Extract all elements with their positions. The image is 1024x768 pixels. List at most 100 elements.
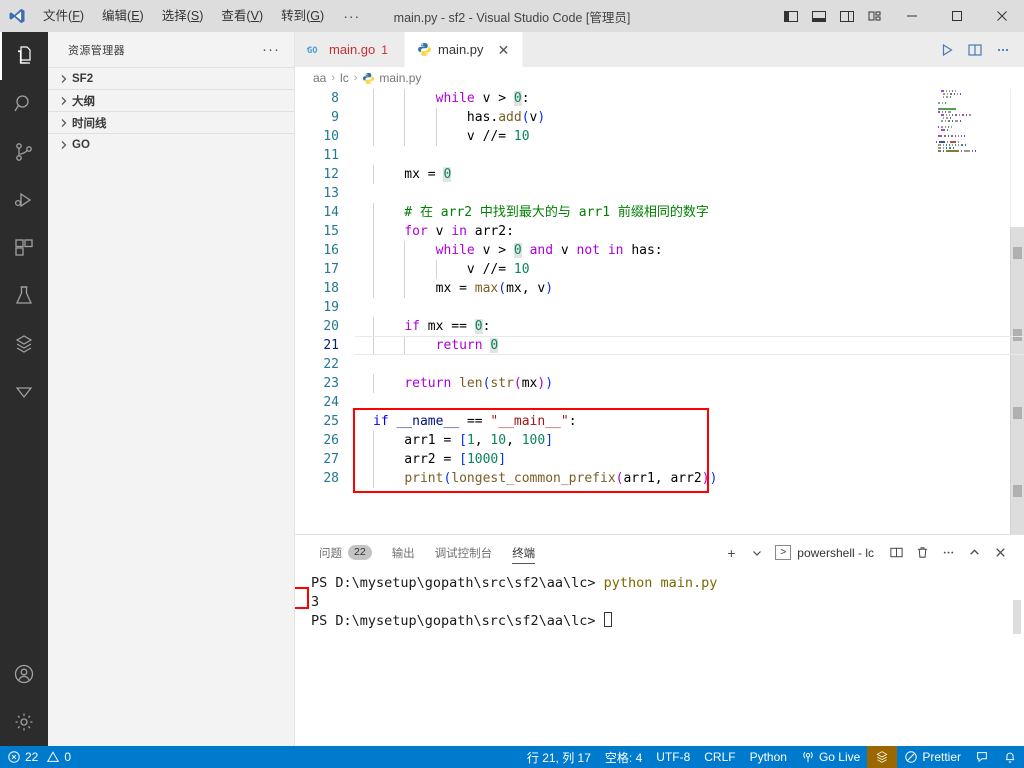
breadcrumb-item-main-py[interactable]: main.py <box>379 71 421 85</box>
code-line-text[interactable]: return len(str(mx)) <box>355 374 1024 393</box>
menu-go[interactable]: 转到(G) <box>272 0 333 32</box>
terminal-view[interactable]: PS D:\mysetup\gopath\src\sf2\aa\lc> pyth… <box>295 570 1024 746</box>
code-line-text[interactable]: return 0 <box>355 336 1024 355</box>
trash-icon[interactable] <box>910 540 934 566</box>
status-problems[interactable]: 22 0 <box>0 746 78 768</box>
close-button[interactable] <box>979 0 1024 32</box>
menu-bar[interactable]: 文件(F) 编辑(E) 选择(S) 查看(V) 转到(G) ··· <box>34 0 370 32</box>
code-line-text[interactable]: # 在 arr2 中找到最大的与 arr1 前缀相同的数字 <box>355 203 1024 222</box>
code-line-text[interactable]: if __name__ == "__main__": <box>355 412 1024 431</box>
panel-tab-output[interactable]: 输出 <box>382 535 425 570</box>
activity-item-source-control[interactable] <box>0 128 48 176</box>
status-indentation[interactable]: 空格: 4 <box>598 746 649 768</box>
status-prettier[interactable]: Prettier <box>897 746 968 768</box>
code-line[interactable]: 21 return 0 <box>295 336 1024 355</box>
code-line[interactable]: 14 # 在 arr2 中找到最大的与 arr1 前缀相同的数字 <box>295 203 1024 222</box>
code-scroll-area[interactable]: 8 while v > 0: 9 has.add(v) 10 v //= 10 11 1… <box>295 89 1024 534</box>
code-line[interactable]: 27 arr2 = [1000] <box>295 450 1024 469</box>
code-line[interactable]: 13 <box>295 184 1024 203</box>
menu-overflow-button[interactable]: ··· <box>333 0 370 32</box>
status-language-mode[interactable]: Python <box>743 746 794 768</box>
code-content[interactable]: 8 while v > 0: 9 has.add(v) 10 v //= 10 11 1… <box>295 89 1024 488</box>
code-line-text[interactable]: if mx == 0: <box>355 317 1024 336</box>
code-editor[interactable]: 8 while v > 0: 9 has.add(v) 10 v //= 10 11 1… <box>295 89 1024 534</box>
code-line-text[interactable]: mx = 0 <box>355 165 1024 184</box>
code-line[interactable]: 12 mx = 0 <box>295 165 1024 184</box>
panel-tab-debug-console[interactable]: 调试控制台 <box>425 535 503 570</box>
code-line-text[interactable]: has.add(v) <box>355 108 1024 127</box>
status-go-live[interactable]: Go Live <box>794 746 867 768</box>
sidebar-section-go[interactable]: GO <box>48 133 294 155</box>
activity-item-extensions[interactable] <box>0 224 48 272</box>
minimap[interactable] <box>932 89 1010 534</box>
activity-item-run-and-debug[interactable] <box>0 176 48 224</box>
code-line[interactable]: 18 mx = max(mx, v) <box>295 279 1024 298</box>
panel-tab-terminal[interactable]: 终端 <box>502 535 545 570</box>
split-terminal-icon[interactable] <box>884 540 908 566</box>
status-encoding[interactable]: UTF-8 <box>649 746 697 768</box>
maximize-button[interactable] <box>934 0 979 32</box>
code-line[interactable]: 8 while v > 0: <box>295 89 1024 108</box>
code-line[interactable]: 15 for v in arr2: <box>295 222 1024 241</box>
code-line[interactable]: 24 <box>295 393 1024 412</box>
tab-main-py-close-icon[interactable]: ✕ <box>496 43 512 57</box>
activity-item-filter[interactable] <box>0 368 48 416</box>
menu-file[interactable]: 文件(F) <box>34 0 93 32</box>
terminal-scrollbar[interactable] <box>1013 600 1021 634</box>
code-line[interactable]: 16 while v > 0 and v not in has: <box>295 241 1024 260</box>
activity-item-testing[interactable] <box>0 272 48 320</box>
code-line[interactable]: 9 has.add(v) <box>295 108 1024 127</box>
code-line[interactable]: 19 <box>295 298 1024 317</box>
tab-main-py[interactable]: main.py ✕ <box>405 32 523 67</box>
code-line[interactable]: 25 if __name__ == "__main__": <box>295 412 1024 431</box>
chevron-down-icon[interactable] <box>745 540 769 566</box>
code-line-text[interactable]: print(longest_common_prefix(arr1, arr2)) <box>355 469 1024 488</box>
code-line-text[interactable]: while v > 0: <box>355 89 1024 108</box>
activity-item-accounts[interactable] <box>0 650 48 698</box>
toggle-panel-icon[interactable] <box>805 0 833 32</box>
code-line[interactable]: 26 arr1 = [1, 10, 100] <box>295 431 1024 450</box>
status-editor-position[interactable]: 行 21, 列 17 <box>520 746 598 768</box>
menu-edit[interactable]: 编辑(E) <box>93 0 153 32</box>
customize-layout-icon[interactable] <box>861 0 889 32</box>
code-line-text[interactable]: v //= 10 <box>355 127 1024 146</box>
activity-item-search[interactable] <box>0 80 48 128</box>
code-line-text[interactable]: while v > 0 and v not in has: <box>355 241 1024 260</box>
code-line-text[interactable]: v //= 10 <box>355 260 1024 279</box>
code-line-text[interactable]: arr1 = [1, 10, 100] <box>355 431 1024 450</box>
code-line[interactable]: 22 <box>295 355 1024 374</box>
status-gopher[interactable] <box>867 746 898 768</box>
new-terminal-button[interactable]: + <box>719 540 743 566</box>
sidebar-more-actions-button[interactable]: ··· <box>256 41 286 58</box>
sidebar-section-timeline[interactable]: 时间线 <box>48 111 294 133</box>
run-python-file-button[interactable] <box>934 35 960 65</box>
breadcrumb-item-aa[interactable]: aa <box>313 71 326 85</box>
status-feedback[interactable] <box>968 746 996 768</box>
code-line[interactable]: 17 v //= 10 <box>295 260 1024 279</box>
sidebar-section-outline[interactable]: 大纲 <box>48 89 294 111</box>
activity-item-settings[interactable] <box>0 698 48 746</box>
tab-main-go[interactable]: GO main.go 1 <box>295 32 405 67</box>
code-line-text[interactable]: arr2 = [1000] <box>355 450 1024 469</box>
activity-item-go-tools[interactable] <box>0 320 48 368</box>
code-line-text[interactable]: mx = max(mx, v) <box>355 279 1024 298</box>
editor-scrollbar[interactable] <box>1010 89 1024 534</box>
code-line[interactable]: 28 print(longest_common_prefix(arr1, arr… <box>295 469 1024 488</box>
active-terminal-selector[interactable]: > powershell - lc <box>771 540 882 566</box>
breadcrumb-item-lc[interactable]: lc <box>340 71 349 85</box>
code-line[interactable]: 23 return len(str(mx)) <box>295 374 1024 393</box>
menu-selection[interactable]: 选择(S) <box>153 0 213 32</box>
close-panel-icon[interactable] <box>988 540 1012 566</box>
toggle-primary-sidebar-icon[interactable] <box>777 0 805 32</box>
status-notifications[interactable] <box>996 746 1024 768</box>
menu-view[interactable]: 查看(V) <box>212 0 272 32</box>
ellipsis-icon[interactable] <box>936 540 960 566</box>
more-editor-actions-button[interactable] <box>990 35 1016 65</box>
maximize-panel-icon[interactable] <box>962 540 986 566</box>
status-eol[interactable]: CRLF <box>697 746 742 768</box>
panel-tab-problems[interactable]: 问题 22 <box>309 535 382 570</box>
code-line-text[interactable]: for v in arr2: <box>355 222 1024 241</box>
sidebar-section-sf2[interactable]: SF2 <box>48 67 294 89</box>
code-line[interactable]: 11 <box>295 146 1024 165</box>
activity-item-explorer[interactable] <box>0 32 48 80</box>
